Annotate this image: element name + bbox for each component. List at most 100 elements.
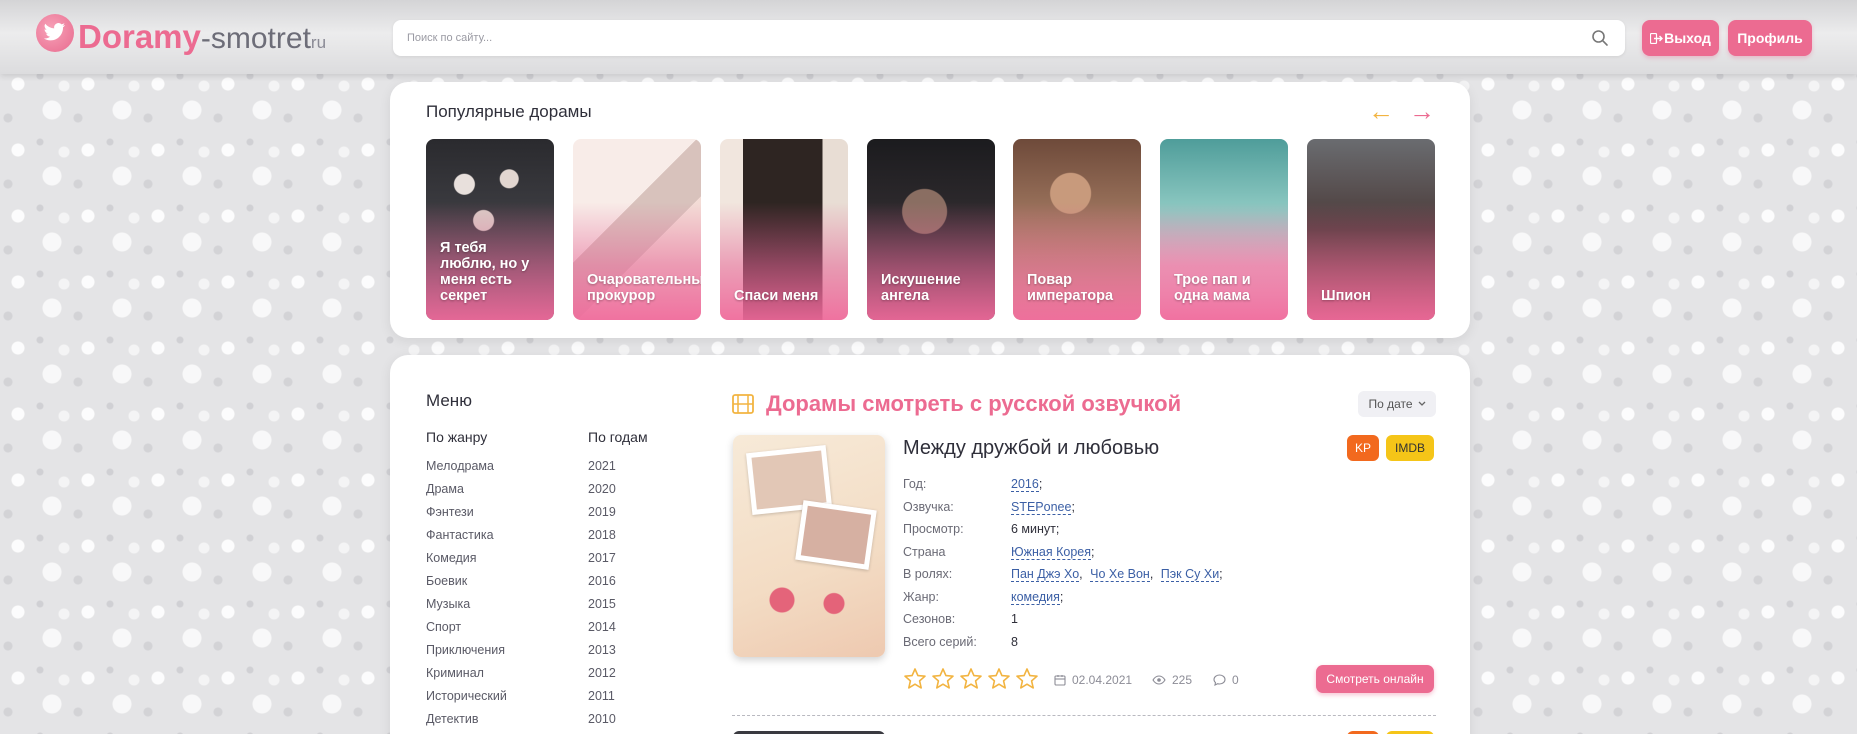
star-icon[interactable] <box>903 667 927 691</box>
year-link[interactable]: 2017 <box>588 551 648 574</box>
episodes-value: 8 <box>1011 634 1018 649</box>
year-link[interactable]: 2016 <box>588 574 648 597</box>
card-title: Спаси меня <box>734 288 819 304</box>
chevron-down-icon <box>1418 401 1426 406</box>
date-text: 02.04.2021 <box>1072 673 1133 687</box>
voice-link[interactable]: STEPonee <box>1011 499 1072 515</box>
year-link[interactable]: 2011 <box>588 689 648 712</box>
rating-stars <box>903 667 1039 691</box>
info-label: Страна <box>903 544 946 559</box>
sort-label: По дате <box>1368 397 1413 411</box>
popular-panel: Популярные дорамы ← → Я тебя люблю, но у… <box>390 82 1470 338</box>
eye-icon <box>1152 675 1166 685</box>
imdb-badge[interactable]: IMDB <box>1386 435 1434 461</box>
prev-arrow-icon[interactable]: ← <box>1368 98 1394 124</box>
popular-card[interactable]: Очаровательный прокурор <box>573 139 701 320</box>
item-poster[interactable] <box>733 435 885 657</box>
popular-card[interactable]: Трое пап и одна мама <box>1160 139 1288 320</box>
item-divider <box>732 715 1436 716</box>
watch-online-button[interactable]: Смотреть онлайн <box>1316 665 1434 693</box>
genre-link[interactable]: Фантастика <box>426 528 507 551</box>
genre-link[interactable]: Спорт <box>426 620 507 643</box>
genre-link[interactable]: Комедия <box>426 551 507 574</box>
popular-title: Популярные дорамы <box>426 102 592 121</box>
logout-icon <box>1650 32 1664 44</box>
info-row: Жанр: комедия; <box>903 589 1227 613</box>
year-link[interactable]: 2014 <box>588 620 648 643</box>
profile-button[interactable]: Профиль <box>1728 20 1812 56</box>
genre-link[interactable]: Фэнтези <box>426 505 507 528</box>
item-info: Год: 2016; Озвучка: STEPonee; Просмотр: … <box>903 477 1227 657</box>
cast-link[interactable]: Пэк Су Хи <box>1160 567 1220 582</box>
years-header[interactable]: По годам <box>588 429 648 459</box>
year-link[interactable]: 2019 <box>588 505 648 528</box>
kp-badge[interactable]: KP <box>1347 435 1379 461</box>
genres-header[interactable]: По жанру <box>426 429 507 459</box>
next-arrow-icon[interactable]: → <box>1409 98 1435 124</box>
menu-title: Меню <box>426 391 472 410</box>
popular-card[interactable]: Искушение ангела <box>867 139 995 320</box>
content-header: Дорамы смотреть с русской озвучкой <box>732 391 1181 417</box>
logout-button[interactable]: Выход <box>1642 20 1719 56</box>
popular-card[interactable]: Спаси меня <box>720 139 848 320</box>
info-row: Озвучка: STEPonee; <box>903 499 1227 523</box>
popular-card[interactable]: Шпион <box>1307 139 1435 320</box>
seasons-value: 1 <box>1011 612 1018 626</box>
logout-label: Выход <box>1664 30 1711 46</box>
genre-link[interactable]: Криминал <box>426 666 507 689</box>
year-link[interactable]: 2013 <box>588 643 648 666</box>
star-icon[interactable] <box>1015 667 1039 691</box>
logo-sub: -smotret <box>200 22 311 55</box>
info-label: В ролях: <box>903 567 953 581</box>
year-link[interactable]: 2015 <box>588 597 648 620</box>
genre-link[interactable]: комедия <box>1011 589 1060 605</box>
item-title[interactable]: Между дружбой и любовью <box>903 437 1159 460</box>
info-row: Всего серий: 8 <box>903 635 1227 658</box>
year-link[interactable]: 2021 <box>588 459 648 482</box>
card-title: Шпион <box>1321 288 1371 304</box>
main-panel: Меню По жанру Мелодрама Драма Фэнтези Фа… <box>390 355 1470 734</box>
cast-link[interactable]: Пан Джэ Хо <box>1011 567 1080 582</box>
card-title: Искушение ангела <box>881 272 961 304</box>
meta-comments: 0 <box>1213 673 1239 687</box>
info-row: В ролях: Пан Джэ Хо, Чо Хе Вон, Пэк Су Х… <box>903 567 1227 590</box>
cast-link[interactable]: Чо Хе Вон <box>1090 567 1150 582</box>
sort-dropdown[interactable]: По дате <box>1358 391 1436 417</box>
genre-link[interactable]: Боевик <box>426 574 507 597</box>
info-label: Просмотр: <box>903 522 964 536</box>
poster-photo <box>795 500 877 570</box>
genre-link[interactable]: Мелодрама <box>426 459 507 482</box>
card-title: Очаровательный прокурор <box>587 272 701 304</box>
search-input[interactable] <box>407 28 1567 48</box>
info-row: Страна Южная Корея; <box>903 544 1227 568</box>
star-icon[interactable] <box>987 667 1011 691</box>
country-link[interactable]: Южная Корея <box>1011 544 1091 560</box>
genre-link[interactable]: Драма <box>426 482 507 505</box>
logo-main: Doramy <box>78 18 201 55</box>
logo-tld: ru <box>310 33 327 52</box>
search-icon[interactable] <box>1591 29 1609 47</box>
info-label: Всего серий: <box>903 634 977 649</box>
popular-card[interactable]: Я тебя люблю, но у меня есть секрет <box>426 139 554 320</box>
star-icon[interactable] <box>931 667 955 691</box>
genre-link[interactable]: Детектив <box>426 712 507 734</box>
info-row: Сезонов: 1 <box>903 612 1227 635</box>
year-link[interactable]: 2018 <box>588 528 648 551</box>
star-icon[interactable] <box>959 667 983 691</box>
year-link[interactable]: 2012 <box>588 666 648 689</box>
popular-card[interactable]: Повар императора <box>1013 139 1141 320</box>
comments-count: 0 <box>1232 673 1239 687</box>
year-link[interactable]: 2010 <box>588 712 648 734</box>
genre-link[interactable]: Приключения <box>426 643 507 666</box>
meta-views: 225 <box>1152 673 1192 687</box>
year-link[interactable]: 2020 <box>588 482 648 505</box>
genre-link[interactable]: Музыка <box>426 597 507 620</box>
card-title: Я тебя люблю, но у меня есть секрет <box>440 240 530 304</box>
info-row: Просмотр: 6 минут; <box>903 522 1227 545</box>
info-row: Год: 2016; <box>903 477 1227 500</box>
genre-link[interactable]: Исторический <box>426 689 507 712</box>
views-count: 225 <box>1172 673 1193 687</box>
info-label: Жанр: <box>903 589 939 604</box>
year-link[interactable]: 2016 <box>1011 477 1039 492</box>
year-menu: По годам 2021 2020 2019 2018 2017 2016 2… <box>588 429 648 734</box>
